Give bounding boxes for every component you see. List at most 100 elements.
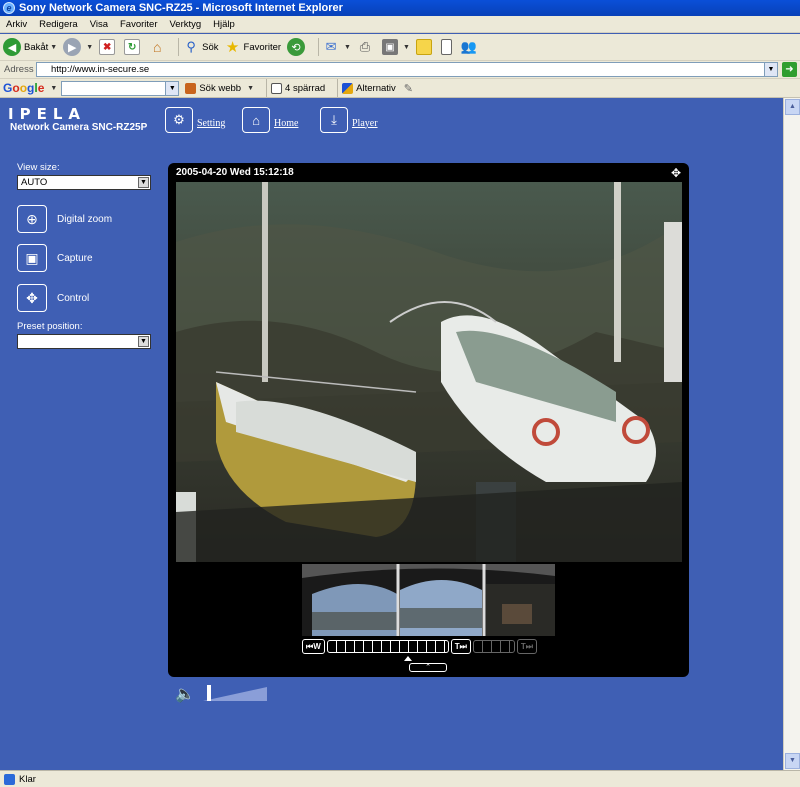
- setting-link[interactable]: Setting: [197, 118, 225, 129]
- chevron-down-icon[interactable]: ▼: [50, 44, 57, 51]
- pencil-icon[interactable]: ✎: [404, 82, 413, 95]
- star-icon: ★: [225, 39, 240, 56]
- scroll-up-icon[interactable]: ▲: [785, 99, 800, 115]
- address-url: http://www.in-secure.se: [51, 64, 150, 75]
- chevron-down-icon[interactable]: ▼: [86, 44, 93, 51]
- speaker-icon[interactable]: 🔈: [175, 684, 195, 704]
- options-icon: [342, 82, 354, 94]
- address-input[interactable]: http://www.in-secure.se ▼: [36, 62, 778, 77]
- collapse-panel-button[interactable]: ⌃: [409, 663, 447, 672]
- print-button[interactable]: ⎙: [357, 39, 376, 55]
- popup-blocker-icon: [271, 82, 283, 94]
- search-web-icon: [185, 82, 197, 94]
- address-bar: Adress http://www.in-secure.se ▼ ➜: [0, 61, 800, 79]
- toolbar-divider: [337, 79, 339, 97]
- chevron-down-icon[interactable]: ▼: [50, 85, 57, 92]
- camera-live-image[interactable]: [176, 182, 682, 562]
- history-button[interactable]: ⟲: [287, 38, 308, 56]
- back-label: Bakåt: [24, 41, 49, 53]
- print-icon: ⎙: [359, 39, 371, 54]
- camera-viewer: 2005-04-20 Wed 15:12:18 ✥ ⏮W T⏭ T⏭ ⌃: [168, 163, 689, 677]
- magnifier-icon: ⊕: [17, 205, 47, 233]
- home-icon: ⌂: [242, 107, 270, 133]
- page-scrollbar[interactable]: ▲ ▼: [783, 98, 800, 770]
- preset-position-select[interactable]: ▼: [17, 334, 151, 349]
- mail-icon: ✉: [325, 39, 337, 54]
- capture-button[interactable]: ▣ Capture: [17, 244, 93, 272]
- chevron-down-icon[interactable]: ▼: [403, 44, 410, 51]
- forward-button[interactable]: ▶ ▼: [63, 38, 93, 56]
- capture-label: Capture: [57, 252, 93, 264]
- google-search-input[interactable]: ▼: [61, 80, 180, 96]
- go-button[interactable]: ➜: [782, 62, 797, 77]
- move-icon[interactable]: ✥: [671, 166, 681, 180]
- status-text: Klar: [19, 773, 36, 785]
- menu-bar: Arkiv Redigera Visa Favoriter Verktyg Hj…: [0, 16, 800, 33]
- player-link[interactable]: Player: [352, 118, 378, 129]
- menu-favoriter[interactable]: Favoriter: [120, 19, 157, 30]
- popup-blocked-label: 4 spärrad: [285, 82, 326, 94]
- nav-player[interactable]: ⤓ Player: [320, 107, 378, 133]
- search-label: Sök: [202, 41, 219, 53]
- scroll-down-icon[interactable]: ▼: [785, 753, 800, 769]
- zoom-wide-button[interactable]: ⏮W: [302, 639, 325, 654]
- menu-redigera[interactable]: Redigera: [39, 19, 78, 30]
- edit-button[interactable]: ▣ ▼: [381, 39, 410, 55]
- preset-position-label: Preset position:: [17, 321, 83, 332]
- back-button[interactable]: ◀ Bakåt ▼: [3, 38, 57, 56]
- google-options-button[interactable]: Alternativ: [342, 82, 396, 94]
- history-icon: ⟲: [287, 38, 306, 56]
- messenger-button[interactable]: 👥: [461, 39, 480, 55]
- nav-home[interactable]: ⌂ Home: [242, 107, 298, 133]
- camera-model: Network Camera SNC-RZ25P: [10, 122, 148, 133]
- home-icon: ⌂: [152, 39, 162, 55]
- search-button[interactable]: ⚲ Sök: [183, 39, 218, 55]
- menu-verktyg[interactable]: Verktyg: [169, 19, 201, 30]
- device-button[interactable]: [440, 39, 455, 55]
- menu-visa[interactable]: Visa: [90, 19, 108, 30]
- brand-logo: IPELA: [8, 105, 86, 123]
- google-toolbar: Google ▼ ▼ Sök webb ▼ 4 spärrad Alternat…: [0, 79, 800, 98]
- nav-setting[interactable]: ⚙ Setting: [165, 107, 225, 133]
- chevron-down-icon[interactable]: ▼: [138, 177, 149, 188]
- zoom-tele-button[interactable]: T⏭: [450, 639, 471, 654]
- chevron-down-icon[interactable]: ▼: [764, 63, 777, 76]
- home-link[interactable]: Home: [274, 118, 298, 129]
- menu-hjalp[interactable]: Hjälp: [213, 19, 235, 30]
- edit-icon: ▣: [381, 39, 398, 55]
- note-icon: [415, 39, 432, 55]
- back-arrow-icon: ◀: [3, 38, 21, 56]
- view-size-label: View size:: [17, 162, 60, 173]
- view-size-select[interactable]: AUTO ▼: [17, 175, 151, 190]
- google-logo[interactable]: Google: [3, 81, 44, 95]
- digital-zoom-label: Digital zoom: [57, 213, 113, 225]
- notes-button[interactable]: [415, 39, 435, 55]
- stop-button[interactable]: ✖: [99, 39, 118, 55]
- chevron-down-icon[interactable]: ▼: [138, 336, 149, 347]
- browser-toolbar: ◀ Bakåt ▼ ▶ ▼ ✖ ↻ ⌂ ⚲ Sök ★ Favoriter ⟲ …: [0, 34, 800, 61]
- search-icon: ⚲: [186, 39, 196, 54]
- google-search-web-button[interactable]: Sök webb ▼: [185, 82, 254, 94]
- refresh-button[interactable]: ↻: [124, 39, 143, 55]
- capture-icon: ▣: [17, 244, 47, 272]
- home-button[interactable]: ⌂: [149, 39, 168, 55]
- view-size-value: AUTO: [21, 177, 48, 188]
- volume-handle[interactable]: [207, 685, 211, 701]
- popup-blocked-button[interactable]: 4 spärrad: [271, 82, 326, 94]
- favorites-button[interactable]: ★ Favoriter: [225, 39, 281, 56]
- zoom-position-marker[interactable]: [403, 656, 412, 661]
- zoom-wide-label: W: [313, 642, 321, 651]
- chevron-down-icon[interactable]: ▼: [247, 85, 254, 92]
- stop-icon: ✖: [99, 39, 116, 55]
- panorama-image[interactable]: [302, 564, 555, 636]
- address-label: Adress: [4, 64, 34, 75]
- mail-button[interactable]: ✉ ▼: [323, 39, 351, 55]
- menu-arkiv[interactable]: Arkiv: [6, 19, 27, 30]
- optical-zoom-track[interactable]: [326, 640, 449, 653]
- volume-slider[interactable]: [202, 687, 267, 701]
- digital-zoom-button[interactable]: ⊕ Digital zoom: [17, 205, 112, 233]
- chevron-down-icon[interactable]: ▼: [344, 44, 351, 51]
- toolbar-divider: [266, 79, 268, 97]
- control-button[interactable]: ✥ Control: [17, 284, 89, 312]
- chevron-down-icon[interactable]: ▼: [165, 81, 179, 95]
